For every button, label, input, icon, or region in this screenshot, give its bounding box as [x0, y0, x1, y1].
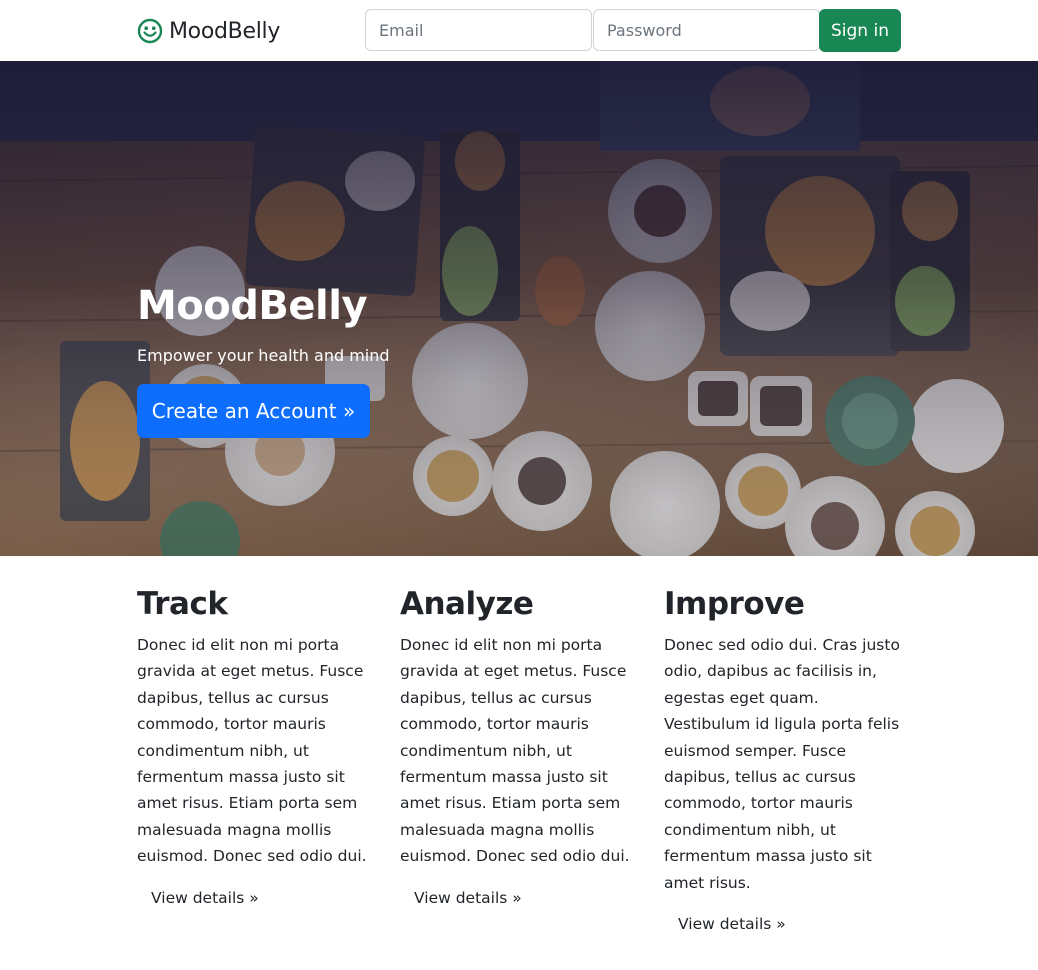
smiley-icon: [137, 18, 163, 44]
feature-title: Track: [137, 586, 228, 622]
feature-text: Donec sed odio dui. Cras justo odio, dap…: [664, 636, 900, 892]
view-details-link[interactable]: View details »: [137, 883, 273, 913]
password-input[interactable]: [593, 9, 820, 51]
navbar: MoodBelly Sign in: [0, 0, 1038, 61]
email-input[interactable]: [365, 9, 592, 51]
create-account-button[interactable]: Create an Account »: [137, 384, 370, 438]
feature-column-analyze: Analyze Donec id elit non mi porta gravi…: [400, 582, 636, 913]
brand-link[interactable]: MoodBelly: [137, 15, 280, 47]
hero-subtitle: Empower your health and mind: [137, 346, 390, 365]
feature-text: Donec id elit non mi porta gravida at eg…: [137, 636, 367, 866]
feature-text: Donec id elit non mi porta gravida at eg…: [400, 636, 630, 866]
feature-title: Analyze: [400, 586, 534, 622]
hero-title: MoodBelly: [137, 283, 368, 329]
feature-column-track: Track Donec id elit non mi porta gravida…: [137, 582, 373, 913]
hero-banner: MoodBelly Empower your health and mind C…: [0, 61, 1038, 556]
brand-name: MoodBelly: [169, 18, 281, 44]
feature-column-improve: Improve Donec sed odio dui. Cras justo o…: [664, 582, 900, 939]
view-details-link[interactable]: View details »: [400, 883, 536, 913]
sign-in-button[interactable]: Sign in: [819, 9, 901, 52]
view-details-link[interactable]: View details »: [664, 909, 800, 939]
feature-title: Improve: [664, 586, 805, 622]
